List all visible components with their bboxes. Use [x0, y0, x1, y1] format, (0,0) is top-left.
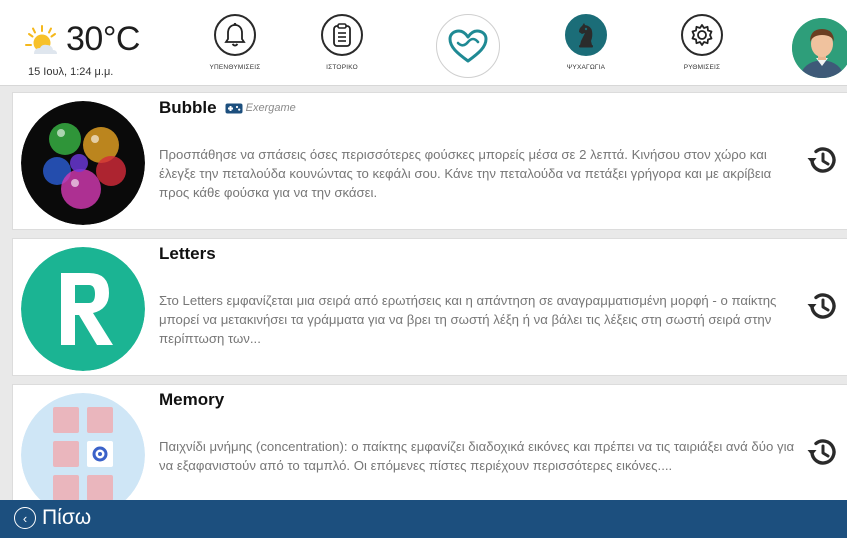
nav-entertainment-button[interactable]: ΨΥΧΑΓΩΓΙΑ [556, 14, 616, 80]
date-time: 15 Ιουλ, 1:24 μ.μ. [28, 66, 114, 78]
game-title: Bubble [159, 98, 217, 117]
chevron-left-icon: ‹ [14, 507, 36, 529]
gear-icon [691, 24, 713, 46]
bubble-game-thumbnail [21, 101, 145, 225]
bottom-bar: ‹ Πίσω [0, 500, 847, 538]
game-description: Παιχνίδι μνήμης (concentration): ο παίκτ… [159, 439, 795, 473]
exergame-badge: Exergame [225, 102, 296, 114]
top-bar: 30°C 15 Ιουλ, 1:24 μ.μ. ΥΠΕΝΘΥΜΙΣΕΙΣ ΙΣΤ… [0, 0, 847, 86]
sun-cloud-icon [25, 25, 57, 54]
back-label: Πίσω [42, 506, 92, 529]
game-card-letters[interactable]: Letters Στο Letters εμφανίζεται μια σειρ… [12, 238, 847, 376]
nav-reminders-label: ΥΠΕΝΘΥΜΙΣΕΙΣ [209, 64, 261, 71]
bell-icon [224, 22, 246, 47]
chess-knight-icon [579, 23, 593, 48]
history-icon[interactable] [805, 143, 839, 177]
nav-home-button[interactable] [436, 14, 500, 78]
nav-entertainment-label: ΨΥΧΑΓΩΓΙΑ [566, 64, 606, 71]
game-description: Προσπάθησε να σπάσεις όσες περισσότερες … [159, 147, 772, 200]
temperature: 30°C [66, 20, 140, 58]
nav-history-button[interactable]: ΙΣΤΟΡΙΚΟ [312, 14, 372, 80]
badge-label: Exergame [245, 102, 296, 114]
history-icon[interactable] [805, 435, 839, 469]
game-description: Στο Letters εμφανίζεται μια σειρά από ερ… [159, 293, 777, 346]
user-avatar-icon[interactable] [792, 18, 847, 78]
history-icon[interactable] [805, 289, 839, 323]
nav-settings-button[interactable]: ΡΥΘΜΙΣΕΙΣ [672, 14, 732, 80]
clipboard-icon [333, 23, 351, 47]
heart-icon [448, 29, 488, 63]
game-card-bubble[interactable]: Bubble Exergame Προσπάθησε να σπάσεις όσ… [12, 92, 847, 230]
nav-settings-label: ΡΥΘΜΙΣΕΙΣ [683, 64, 721, 71]
game-title: Letters [159, 244, 216, 263]
nav-history-label: ΙΣΤΟΡΙΚΟ [326, 64, 358, 71]
back-button[interactable]: ‹ Πίσω [14, 506, 91, 530]
weather-widget: 30°C 15 Ιουλ, 1:24 μ.μ. [22, 18, 172, 80]
nav-reminders-button[interactable]: ΥΠΕΝΘΥΜΙΣΕΙΣ [205, 14, 265, 80]
letters-game-thumbnail [21, 247, 145, 371]
gamepad-icon [225, 103, 243, 113]
memory-game-thumbnail [21, 393, 145, 517]
game-title: Memory [159, 390, 225, 409]
